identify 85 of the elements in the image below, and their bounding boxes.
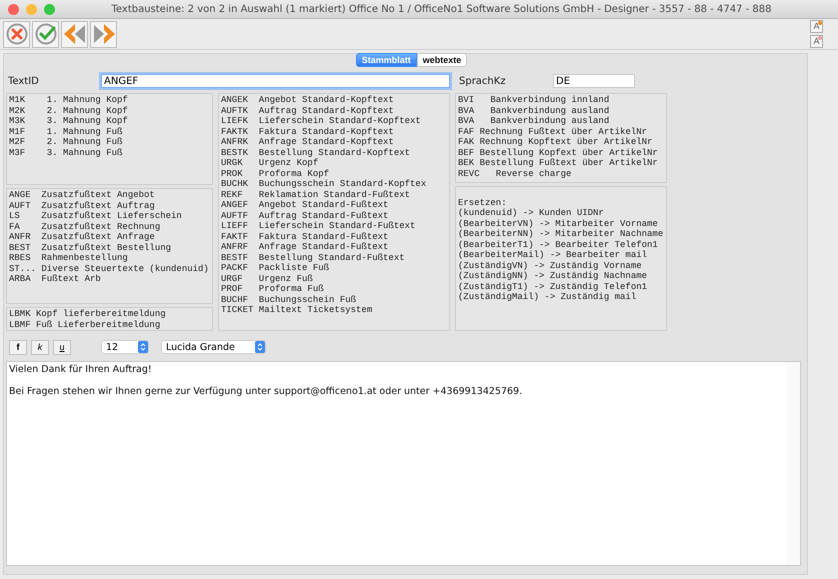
font-size-select[interactable]: 12	[101, 340, 149, 354]
list-line: ANFRF Anfrage Standard-Fußtext	[221, 242, 390, 252]
stepper-icon	[255, 341, 265, 353]
list-line: (ZuständigNN) -> Zuständig Nachname	[458, 271, 648, 282]
text-id-field[interactable]: ANGEF	[101, 74, 450, 88]
list-line: (BearbeiterMail) -> Bearbeiter mail	[458, 250, 648, 261]
style-button[interactable]: k	[31, 340, 49, 354]
decrease-font-button[interactable]: A	[810, 35, 823, 48]
next-button[interactable]	[90, 20, 117, 48]
list-line: AUFTF Auftrag Standard-Fußtext	[221, 210, 390, 221]
list-line: BUCHK Buchungsschein Standard-Kopftex	[221, 179, 428, 190]
editor-paragraph: Bei Fragen stehen wir Ihnen gerne zur Verfügung unter support@officeno1.at oder unter +4369913425769.	[9, 386, 524, 397]
list-line: (BearbeiterT1) -> Bearbeiter Telefon1	[458, 240, 659, 250]
list-line: (ZuständigMail) -> Zuständig mail	[458, 292, 638, 303]
list-line: FAK Rechnung Kopftext über ArtikelNr	[458, 137, 654, 148]
list-line: URGK Urgenz Kopf	[221, 158, 320, 168]
list-line: BESTF Bestellung Standard-Fußtext	[221, 252, 406, 263]
list-line: M3F 3. Mahnung Fuß	[9, 148, 124, 158]
list-line: PROK Proforma Kopf	[221, 168, 330, 179]
tab[interactable]: webtexte	[416, 53, 468, 67]
list-line: M3K 3. Mahnung Kopf	[9, 116, 129, 126]
list-line: REVC Reverse charge	[458, 168, 572, 179]
font-select[interactable]: Lucida Grande	[161, 340, 266, 354]
list-line: AUFTK Auftrag Standard-Kopftext	[221, 106, 395, 116]
list-line: ANGE Zusatzfußtext Angebot	[9, 190, 156, 200]
cancel-icon	[6, 23, 28, 45]
style-button[interactable]: u	[53, 340, 71, 354]
list-line: FAF Rechnung Fußtext über ArtikelNr	[458, 126, 648, 137]
text-editor[interactable]: Vielen Dank für Ihren Auftrag! Bei Fragen stehen wir Ihnen gerne zur Verfügung unter support@officeno1.at oder unter +4369913425769.	[6, 361, 801, 566]
list-line: Ersetzen:	[458, 198, 508, 208]
list-line: FAKTK Faktura Standard-Kopftext	[221, 126, 395, 137]
previous-button[interactable]	[61, 20, 88, 48]
list-line: FAKTF Faktura Standard-Fußtext	[221, 232, 390, 242]
stepper-icon	[138, 341, 148, 353]
list-line: ANGEF Angebot Standard-Fußtext	[221, 200, 390, 210]
field-label: TextID	[7, 76, 40, 86]
list-line: ANFRK Anfrage Standard-Kopftext	[221, 137, 395, 148]
list-line: RBES Rahmenbestellung	[9, 253, 129, 264]
list-line: (ZuständigT1) -> Zuständig Telefon1	[458, 282, 648, 292]
double-left-arrow-icon	[62, 22, 86, 46]
list-line: AUFT Zusatzfußtext Auftrag	[9, 200, 156, 211]
list-line: BEF Bestellung Kopfext über ArtikelNr	[458, 148, 659, 158]
list-line: BESTK Bestellung Standard-Kopftext	[221, 148, 412, 158]
cancel-button[interactable]	[3, 20, 30, 48]
list-line: LBMF Fuß Lieferbereitmeldung	[9, 320, 162, 330]
increase-font-button[interactable]: A	[810, 20, 823, 33]
list-line: ARBA Fußtext Arb	[9, 274, 102, 284]
list-line: (kundenuid) -> Kunden UIDNr	[458, 208, 605, 219]
window-title: Textbausteine: 2 von 2 in Auswahl (1 markiert) Office No 1 / OfficeNo1 Software Solutions GmbH - Designer - 3557 - 88 - 4747 - 888	[110, 4, 772, 14]
zoom-button[interactable]	[44, 4, 55, 14]
checkmark-icon	[34, 23, 56, 45]
editor-paragraph: Vielen Dank für Ihren Auftrag!	[9, 364, 153, 375]
ok-button[interactable]	[32, 20, 59, 48]
list-line: (BearbeiterNN) -> Mitarbeiter Nachname	[458, 229, 664, 240]
list-line: M2K 2. Mahnung Kopf	[9, 106, 129, 116]
list-line: LS Zusatzfußtext Lieferschein	[9, 211, 183, 222]
list-line: REKF Reklamation Standard-Fußtext	[221, 190, 412, 200]
list-line: LIEFK Lieferschein Standard-Kopftext	[221, 116, 422, 126]
double-right-arrow-icon	[92, 22, 116, 46]
list-line: LBMK Kopf lieferbereitmeldung	[9, 309, 167, 320]
list-line: (ZuständigVN) -> Zuständig Vorname	[458, 260, 643, 272]
language-field[interactable]: DE	[553, 74, 635, 88]
list-line: BVA Bankverbindung ausland	[458, 106, 610, 116]
list-line: ANFR Zusatzfußtext Anfrage	[9, 232, 156, 242]
list-line: (BearbeiterVN) -> Mitarbeiter Vorname	[458, 218, 659, 230]
list-line: BVI Bankverbindung innland	[458, 95, 610, 106]
list-line: FA Zusatzfußtext Rechnung	[9, 222, 162, 232]
list-line: LIEFF Lieferschein Standard-Fußtext	[221, 221, 416, 232]
list-line: BEST Zusatzfußtext Bestellung	[9, 242, 172, 253]
list-line: BVA Bankverbindung ausland	[458, 116, 610, 126]
list-line: URGF Urgenz Fuß	[221, 274, 314, 284]
list-line: M1K 1. Mahnung Kopf	[9, 95, 129, 106]
list-line: PACKF Packliste Fuß	[221, 263, 330, 274]
list-line: ST... Diverse Steuertexte (kundenuid)	[9, 264, 210, 274]
minimize-button[interactable]	[26, 4, 37, 14]
list-line: ANGEK Angebot Standard-Kopftext	[221, 95, 395, 106]
list-line: BUCHF Buchungsschein Fuß	[221, 294, 358, 305]
list-line: BEK Bestellung Fußtext über ArtikelNr	[458, 158, 659, 168]
style-button[interactable]: f	[9, 340, 27, 354]
list-line: TICKET Mailtext Ticketsystem	[221, 305, 374, 316]
list-line: M2F 2. Mahnung Fuß	[9, 137, 124, 148]
list-line: M1F 1. Mahnung Fuß	[9, 126, 124, 137]
close-button[interactable]	[8, 4, 19, 14]
list-line: PROF Proforma Fuß	[221, 284, 325, 294]
field-label: SprachKz	[459, 76, 507, 86]
